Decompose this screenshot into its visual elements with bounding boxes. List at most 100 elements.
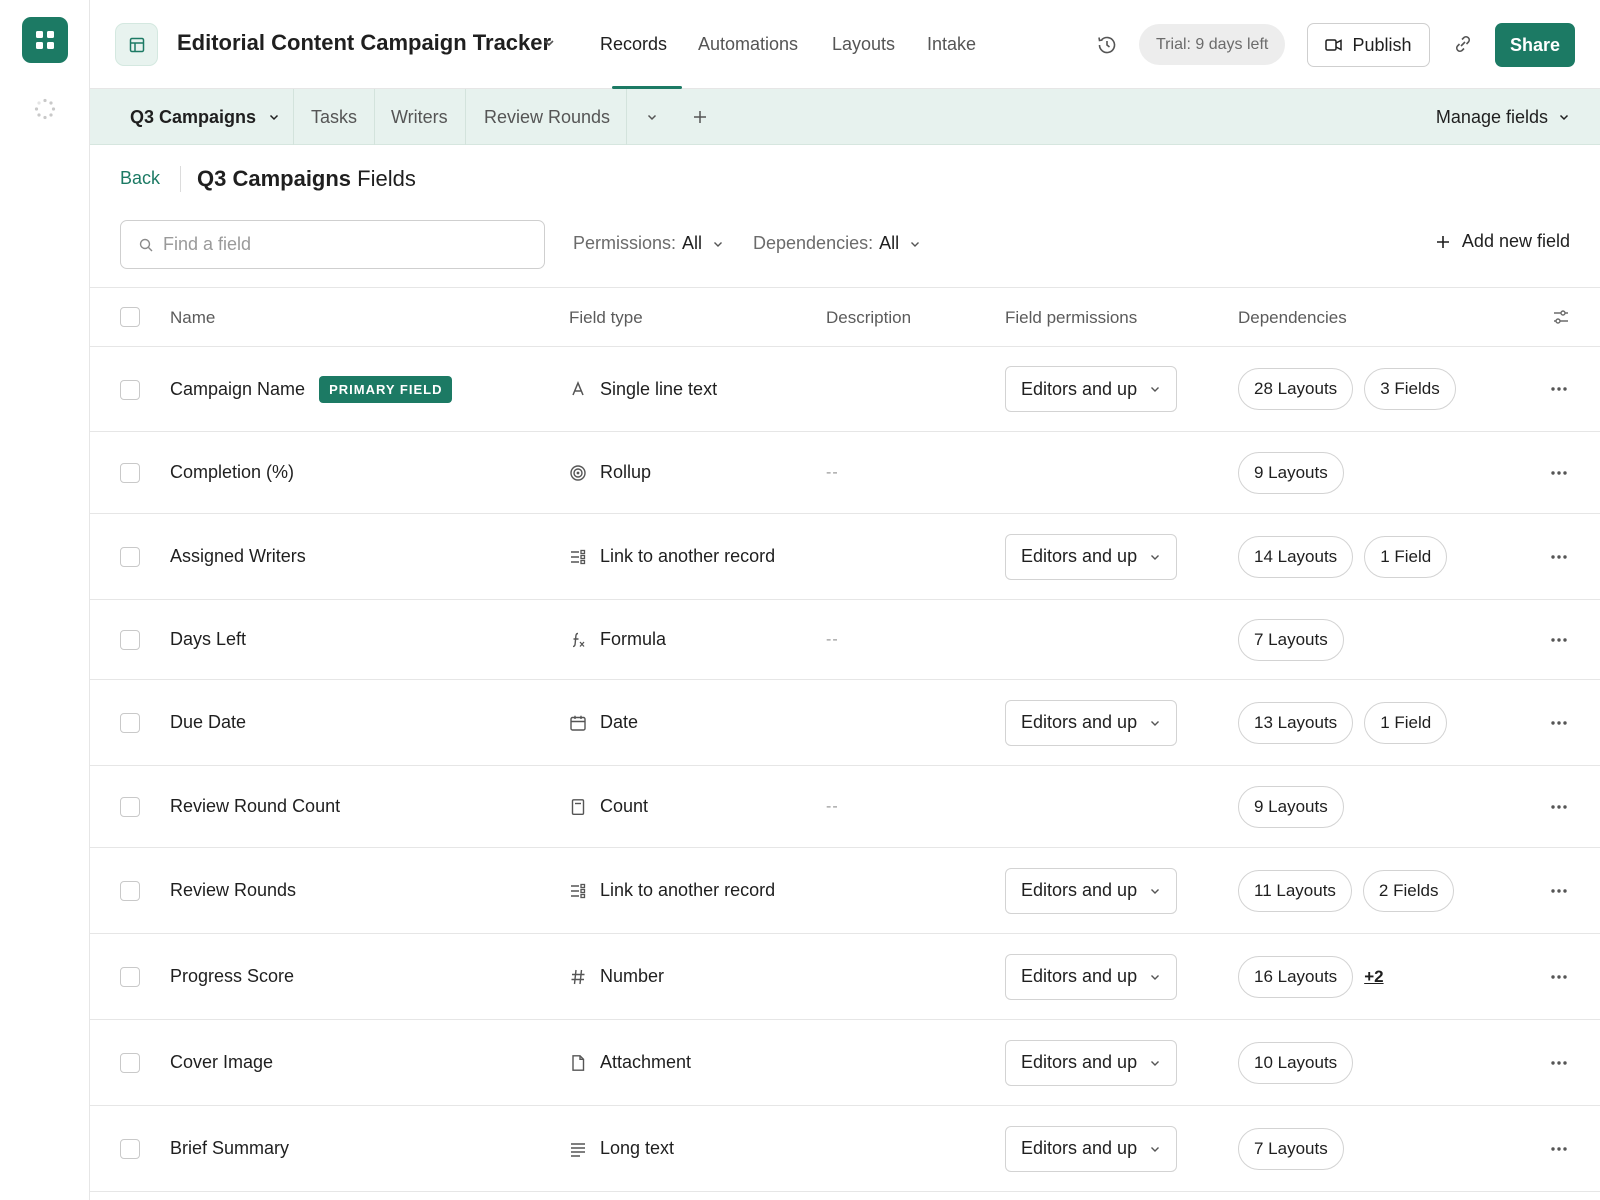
field-name[interactable]: Review Rounds <box>170 880 296 901</box>
nav-tab-layouts[interactable]: Layouts <box>832 34 895 55</box>
field-name[interactable]: Due Date <box>170 712 246 733</box>
row-menu-button[interactable] <box>1550 1106 1568 1191</box>
description-cell[interactable]: -- <box>826 432 839 513</box>
app-logo-icon[interactable] <box>22 17 68 63</box>
column-header-name[interactable]: Name <box>170 288 215 348</box>
row-checkbox[interactable] <box>120 1053 140 1073</box>
table-row[interactable]: Review Round Count Count -- 9 Layouts <box>90 766 1600 848</box>
row-menu-button[interactable] <box>1550 514 1568 599</box>
select-all-checkbox[interactable] <box>120 307 140 327</box>
column-header-field-permissions[interactable]: Field permissions <box>1005 288 1137 348</box>
dependency-pill[interactable]: 13 Layouts <box>1238 701 1354 744</box>
more-tables-dropdown[interactable] <box>646 89 658 145</box>
back-link[interactable]: Back <box>120 168 160 189</box>
field-permission-select[interactable]: Editors and up <box>1005 699 1177 746</box>
permissions-filter-value: All <box>682 233 703 253</box>
table-row[interactable]: Brief Summary Long text Editors and up 7 La… <box>90 1106 1600 1192</box>
permissions-filter[interactable]: Permissions: All <box>573 233 724 254</box>
description-cell[interactable]: -- <box>826 600 839 679</box>
dependency-pill[interactable]: 10 Layouts <box>1238 1041 1354 1084</box>
more-horizontal-icon <box>1551 888 1567 893</box>
base-table-icon[interactable] <box>115 23 158 66</box>
dependency-pill[interactable]: 28 Layouts <box>1238 368 1354 410</box>
trial-badge[interactable]: Trial: 9 days left <box>1139 24 1286 65</box>
row-checkbox[interactable] <box>120 967 140 987</box>
table-tab-tasks[interactable]: Tasks <box>311 89 357 145</box>
add-new-field-button[interactable]: Add new field <box>1436 231 1570 252</box>
link-icon[interactable] <box>1452 33 1474 55</box>
table-row[interactable]: Campaign Name PRIMARY FIELD Single line te… <box>90 347 1600 432</box>
nav-tab-automations[interactable]: Automations <box>698 34 798 55</box>
dependency-pill[interactable]: 9 Layouts <box>1238 785 1344 828</box>
row-checkbox[interactable] <box>120 1139 140 1159</box>
column-header-field-type[interactable]: Field type <box>569 288 643 348</box>
dependency-pill[interactable]: 1 Field <box>1364 701 1448 744</box>
field-name[interactable]: Brief Summary <box>170 1138 289 1159</box>
field-name[interactable]: Cover Image <box>170 1052 273 1073</box>
dependency-pill[interactable]: 7 Layouts <box>1238 1127 1344 1170</box>
table-row[interactable]: Due Date Date Editors and up 13 Layouts 1 Fi… <box>90 680 1600 766</box>
nav-tab-records[interactable]: Records <box>600 34 667 55</box>
row-menu-button[interactable] <box>1550 1020 1568 1105</box>
chevron-down-icon[interactable] <box>542 36 556 50</box>
table-tab-review-rounds[interactable]: Review Rounds <box>484 89 610 145</box>
table-row[interactable]: Days Left Formula -- 7 Layouts <box>90 600 1600 680</box>
row-menu-button[interactable] <box>1550 680 1568 765</box>
row-checkbox[interactable] <box>120 547 140 567</box>
row-menu-button[interactable] <box>1550 934 1568 1019</box>
field-permission-select[interactable]: Editors and up <box>1005 1039 1177 1086</box>
row-checkbox[interactable] <box>120 630 140 650</box>
field-name[interactable]: Campaign Name <box>170 379 305 400</box>
field-permission-select[interactable]: Editors and up <box>1005 1125 1177 1172</box>
dependency-pill[interactable]: 11 Layouts <box>1238 869 1352 912</box>
field-search-box[interactable] <box>120 220 545 269</box>
add-table-button[interactable] <box>693 89 707 145</box>
column-header-dependencies[interactable]: Dependencies <box>1238 288 1347 348</box>
table-row[interactable]: Progress Score Number Editors and up 16 Lay… <box>90 934 1600 1020</box>
more-dependencies-link[interactable]: +2 <box>1364 967 1383 987</box>
field-permission-select[interactable]: Editors and up <box>1005 867 1177 914</box>
dependency-pill[interactable]: 16 Layouts <box>1238 955 1354 998</box>
dependency-pill[interactable]: 7 Layouts <box>1238 618 1344 661</box>
field-name[interactable]: Completion (%) <box>170 462 294 483</box>
table-tab-writers[interactable]: Writers <box>391 89 448 145</box>
row-checkbox[interactable] <box>120 713 140 733</box>
table-row[interactable]: Completion (%) Rollup -- 9 Layouts <box>90 432 1600 514</box>
base-title[interactable]: Editorial Content Campaign Tracker <box>177 30 551 56</box>
dependency-pill[interactable]: 3 Fields <box>1364 368 1456 410</box>
row-menu-button[interactable] <box>1550 600 1568 679</box>
row-menu-button[interactable] <box>1550 766 1568 847</box>
dependency-pill[interactable]: 2 Fields <box>1362 869 1455 912</box>
row-checkbox[interactable] <box>120 463 140 483</box>
field-permission-select[interactable]: Editors and up <box>1005 953 1177 1000</box>
field-name[interactable]: Progress Score <box>170 966 294 987</box>
dependency-pill[interactable]: 14 Layouts <box>1238 535 1354 578</box>
row-checkbox[interactable] <box>120 379 140 400</box>
row-menu-button[interactable] <box>1550 432 1568 513</box>
dependencies-filter[interactable]: Dependencies: All <box>753 233 921 254</box>
row-menu-button[interactable] <box>1550 848 1568 933</box>
description-cell[interactable]: -- <box>826 766 839 847</box>
field-permission-select[interactable]: Editors and up <box>1005 533 1177 580</box>
dependency-pill[interactable]: 1 Field <box>1364 535 1448 578</box>
row-checkbox[interactable] <box>120 881 140 901</box>
history-icon[interactable] <box>1095 33 1119 57</box>
publish-button[interactable]: Publish <box>1307 23 1430 67</box>
table-tab-q3-campaigns[interactable]: Q3 Campaigns <box>130 89 280 145</box>
field-name[interactable]: Days Left <box>170 629 246 650</box>
nav-tab-intake[interactable]: Intake <box>927 34 976 55</box>
table-row[interactable]: Review Rounds Link to another record Edito… <box>90 848 1600 934</box>
field-name[interactable]: Review Round Count <box>170 796 340 817</box>
table-row[interactable]: Assigned Writers Link to another record Ed… <box>90 514 1600 600</box>
table-row[interactable]: Cover Image Attachment Editors and up 10 La… <box>90 1020 1600 1106</box>
search-input[interactable] <box>163 234 523 255</box>
dependency-pill[interactable]: 9 Layouts <box>1238 451 1344 494</box>
row-menu-button[interactable] <box>1550 347 1568 431</box>
row-checkbox[interactable] <box>120 797 140 817</box>
field-name[interactable]: Assigned Writers <box>170 546 306 567</box>
field-permission-select[interactable]: Editors and up <box>1005 366 1177 412</box>
share-button[interactable]: Share <box>1495 23 1575 67</box>
manage-fields-dropdown[interactable]: Manage fields <box>1436 89 1570 145</box>
column-settings-icon[interactable] <box>1552 308 1570 326</box>
column-header-description[interactable]: Description <box>826 288 911 348</box>
